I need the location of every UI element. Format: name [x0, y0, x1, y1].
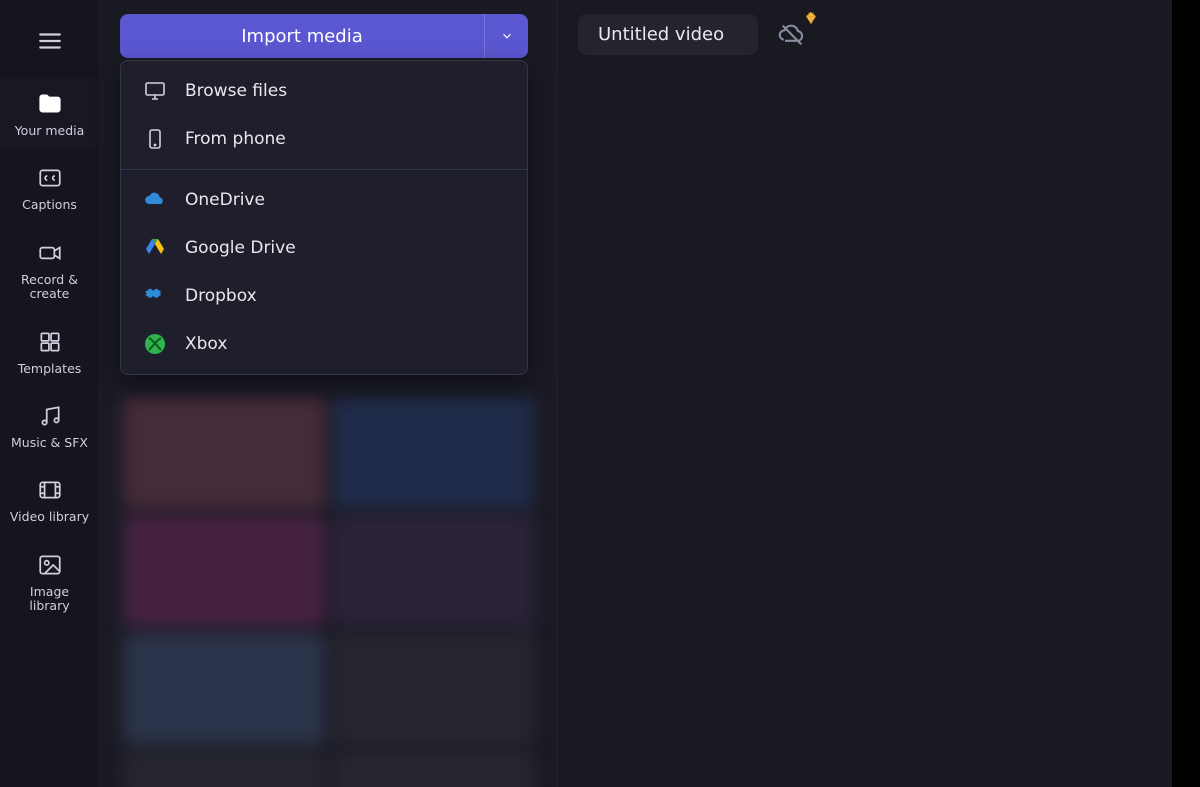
import-option-browse-files[interactable]: Browse files: [121, 67, 527, 115]
project-title-text: Untitled video: [598, 24, 724, 45]
grid-icon: [36, 328, 64, 356]
dropdown-separator: [121, 169, 527, 170]
folder-icon: [36, 90, 64, 118]
import-media-dropdown-toggle[interactable]: [484, 14, 528, 58]
phone-icon: [143, 127, 167, 151]
music-icon: [36, 402, 64, 430]
import-option-label: Google Drive: [185, 238, 296, 258]
diamond-icon: [804, 11, 818, 25]
import-option-from-phone[interactable]: From phone: [121, 115, 527, 163]
sidebar-item-your-media[interactable]: Your media: [0, 78, 100, 148]
monitor-icon: [143, 79, 167, 103]
sidebar-item-label: Record & create: [21, 273, 78, 302]
preview-stage: Untitled video: [558, 0, 1200, 787]
onedrive-icon: [143, 188, 167, 212]
sidebar-item-image-library[interactable]: Image library: [0, 539, 100, 624]
preview-canvas-edge: [1172, 0, 1200, 787]
header-row: Untitled video: [578, 14, 1180, 55]
hamburger-icon: [37, 28, 63, 54]
googledrive-icon: [143, 236, 167, 260]
cloud-sync-button[interactable]: [772, 15, 812, 55]
sidebar-item-label: Music & SFX: [11, 436, 88, 450]
import-option-dropbox[interactable]: Dropbox: [121, 272, 527, 320]
sidebar-item-label: Captions: [22, 198, 77, 212]
dropbox-icon: [143, 284, 167, 308]
menu-button[interactable]: [14, 14, 86, 68]
import-option-onedrive[interactable]: OneDrive: [121, 176, 527, 224]
media-panel: Import media Browse files From phone OneDr…: [100, 0, 558, 787]
app-sidebar: Your media Captions Record & create Templat…: [0, 0, 100, 787]
import-media-button[interactable]: Import media: [120, 14, 484, 58]
film-icon: [36, 476, 64, 504]
import-media-split-button: Import media: [120, 14, 528, 58]
sidebar-item-label: Image library: [29, 585, 69, 614]
sidebar-item-label: Your media: [15, 124, 85, 138]
sidebar-item-label: Templates: [18, 362, 82, 376]
cloud-off-icon: [778, 21, 806, 49]
import-option-xbox[interactable]: Xbox: [121, 320, 527, 368]
sidebar-item-record-create[interactable]: Record & create: [0, 227, 100, 312]
import-option-label: From phone: [185, 129, 286, 149]
import-option-label: Xbox: [185, 334, 227, 354]
import-option-google-drive[interactable]: Google Drive: [121, 224, 527, 272]
media-thumbnails-placeholder: [120, 394, 537, 787]
sidebar-item-video-library[interactable]: Video library: [0, 464, 100, 534]
sidebar-item-music-sfx[interactable]: Music & SFX: [0, 390, 100, 460]
image-icon: [36, 551, 64, 579]
import-option-label: Browse files: [185, 81, 287, 101]
camera-icon: [36, 239, 64, 267]
xbox-icon: [143, 332, 167, 356]
import-media-dropdown: Browse files From phone OneDrive Google Dri…: [120, 60, 528, 375]
sidebar-item-label: Video library: [10, 510, 89, 524]
sidebar-item-captions[interactable]: Captions: [0, 152, 100, 222]
import-option-label: Dropbox: [185, 286, 257, 306]
import-option-label: OneDrive: [185, 190, 265, 210]
project-title-input[interactable]: Untitled video: [578, 14, 758, 55]
sidebar-item-templates[interactable]: Templates: [0, 316, 100, 386]
cc-icon: [36, 164, 64, 192]
import-media-label: Import media: [241, 26, 363, 47]
chevron-down-icon: [500, 29, 514, 43]
